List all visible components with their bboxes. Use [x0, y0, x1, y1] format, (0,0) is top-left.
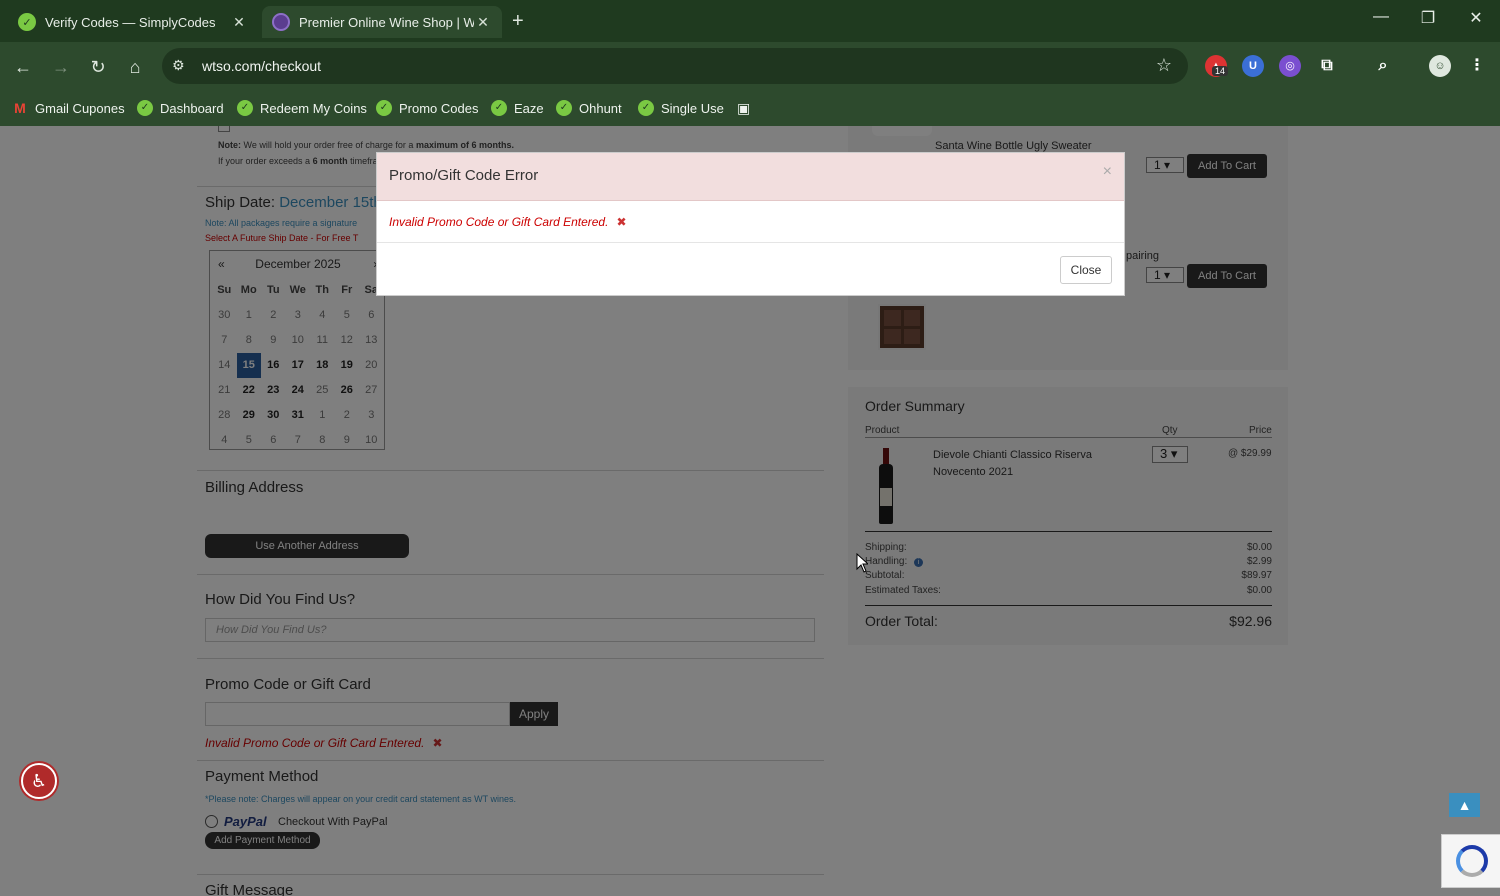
bookmark-folder-icon[interactable]: ▣	[737, 97, 750, 119]
bookmark-eaze[interactable]: ✓ Eaze	[491, 97, 544, 119]
simplycodes-icon: ✓	[556, 100, 572, 116]
recaptcha-icon	[1456, 845, 1488, 877]
url-text: wtso.com/checkout	[202, 58, 322, 74]
simplycodes-icon: ✓	[491, 100, 507, 116]
tab-close-icon[interactable]: ✕	[474, 14, 492, 31]
simplycodes-icon: ✓	[376, 100, 392, 116]
recaptcha-badge[interactable]	[1441, 834, 1500, 888]
bookmark-label: Dashboard	[160, 100, 224, 116]
tab-title: Verify Codes — SimplyCodes	[45, 14, 216, 30]
modal-close-button[interactable]: Close	[1060, 256, 1112, 284]
forward-arrow-icon[interactable]: →	[48, 54, 74, 80]
shield-extension-icon[interactable]: U	[1242, 55, 1264, 77]
home-icon[interactable]: ⌂	[122, 54, 148, 80]
tab-simplycodes[interactable]: ✓ Verify Codes — SimplyCodes ✕	[8, 6, 258, 38]
bookmark-redeem-my-coins[interactable]: ✓ Redeem My Coins	[237, 97, 367, 119]
tab-close-icon[interactable]: ✕	[230, 14, 248, 31]
new-tab-plus-icon[interactable]: +	[512, 10, 524, 33]
tab-wtso[interactable]: Premier Online Wine Shop | Wi ✕	[262, 6, 502, 38]
bookmark-label: Eaze	[514, 100, 544, 116]
modal-title: Promo/Gift Code Error	[389, 167, 539, 184]
site-settings-icon[interactable]: ⚙	[172, 57, 185, 74]
menu-kebab-icon[interactable]: ⋮	[1466, 55, 1488, 77]
modal-body: Invalid Promo Code or Gift Card Entered.…	[377, 201, 1124, 243]
bookmark-label: Ohhunt	[579, 100, 622, 116]
back-arrow-icon[interactable]: ←	[10, 54, 36, 80]
minimize-icon[interactable]: —	[1366, 8, 1396, 26]
browser-toolbar: ← → ↻ ⌂ ⚙ wtso.com/checkout ☆ ▲ U ◎ ⧉ ⌕ …	[0, 42, 1500, 90]
bookmark-dashboard[interactable]: ✓ Dashboard	[137, 97, 224, 119]
extensions-puzzle-icon[interactable]: ⧉	[1316, 55, 1338, 77]
mouse-cursor-icon	[856, 553, 868, 573]
bookmark-single-use[interactable]: ✓ Single Use	[638, 97, 724, 119]
window-close-icon[interactable]: ✕	[1461, 8, 1491, 28]
gmail-icon: M	[14, 100, 26, 116]
purple-extension-icon[interactable]: ◎	[1279, 55, 1301, 77]
address-bar[interactable]: ⚙ wtso.com/checkout ☆	[162, 48, 1188, 84]
bookmark-star-icon[interactable]: ☆	[1156, 55, 1172, 76]
modal-error-message: Invalid Promo Code or Gift Card Entered.…	[389, 215, 627, 229]
restore-icon[interactable]: ❐	[1413, 8, 1443, 28]
bookmark-label: Single Use	[661, 100, 724, 116]
modal-error-text: Invalid Promo Code or Gift Card Entered.	[389, 215, 609, 229]
simplycodes-favicon-icon: ✓	[18, 13, 36, 31]
promo-error-modal: Promo/Gift Code Error × Invalid Promo Co…	[376, 152, 1125, 296]
extension-badge: 14	[1212, 66, 1229, 76]
scroll-to-top-icon[interactable]: ▲	[1449, 793, 1480, 817]
accessibility-icon[interactable]: ♿	[21, 763, 57, 799]
bookmark-ohhunt[interactable]: ✓ Ohhunt	[556, 97, 622, 119]
simplycodes-icon: ✓	[237, 100, 253, 116]
bookmark-promo-codes[interactable]: ✓ Promo Codes	[376, 97, 478, 119]
bookmark-label: Promo Codes	[399, 100, 479, 116]
tab-search-icon[interactable]: ⌕	[1372, 55, 1394, 77]
simplycodes-icon: ✓	[137, 100, 153, 116]
tab-bar: ✓ Verify Codes — SimplyCodes ✕ Premier O…	[0, 0, 1500, 42]
modal-close-x-icon[interactable]: ×	[1103, 163, 1112, 181]
bookmark-label: Gmail Cupones	[35, 100, 125, 116]
error-x-icon: ✖	[616, 215, 627, 229]
reload-icon[interactable]: ↻	[85, 54, 111, 80]
wtso-favicon-icon	[272, 13, 290, 31]
modal-header: Promo/Gift Code Error ×	[377, 153, 1124, 201]
bookmarks-bar: M Gmail Cupones ✓ Dashboard ✓ Redeem My …	[0, 90, 1500, 126]
simplycodes-icon: ✓	[638, 100, 654, 116]
bookmark-label: Redeem My Coins	[260, 100, 367, 116]
profile-avatar-icon[interactable]: ☺	[1429, 55, 1451, 77]
tab-title: Premier Online Wine Shop | Wi	[299, 14, 474, 30]
bookmark-gmail-cupones[interactable]: M Gmail Cupones	[12, 97, 125, 119]
